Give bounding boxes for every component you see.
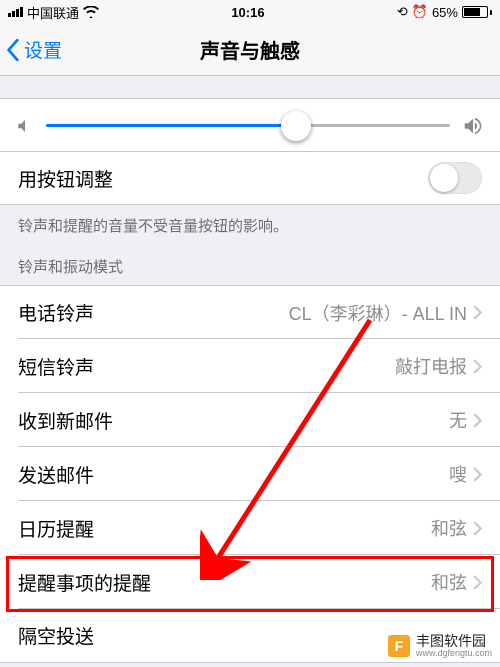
status-time: 10:16 — [231, 5, 264, 20]
button-adjust-row[interactable]: 用按钮调整 — [0, 151, 500, 205]
page-title: 声音与触感 — [200, 35, 300, 64]
reminder-label: 提醒事项的提醒 — [18, 569, 151, 596]
watermark: F 丰图软件园 www.dgfengtu.com — [388, 634, 492, 659]
slider-thumb[interactable] — [281, 111, 311, 141]
chevron-right-icon — [473, 413, 482, 428]
watermark-logo-icon: F — [388, 635, 410, 657]
text-tone-label: 短信铃声 — [18, 353, 94, 380]
calendar-label: 日历提醒 — [18, 515, 94, 542]
back-label: 设置 — [24, 36, 62, 63]
wifi-icon — [83, 6, 99, 18]
chevron-right-icon — [473, 359, 482, 374]
sent-mail-label: 发送邮件 — [18, 461, 94, 488]
new-mail-value: 无 — [449, 407, 467, 433]
button-adjust-label: 用按钮调整 — [18, 165, 113, 192]
watermark-url: www.dgfengtu.com — [416, 649, 492, 659]
volume-footer: 铃声和提醒的音量不受音量按钮的影响。 — [0, 205, 500, 236]
reminder-value: 和弦 — [431, 569, 467, 595]
volume-slider-row — [0, 98, 500, 152]
airdrop-label: 隔空投送 — [18, 622, 94, 649]
speaker-low-icon — [16, 117, 34, 135]
alarm-icon: ⏰ — [412, 4, 428, 20]
calendar-value: 和弦 — [431, 515, 467, 541]
button-adjust-toggle[interactable] — [428, 162, 482, 194]
text-tone-value: 敲打电报 — [395, 353, 467, 379]
nav-bar: 设置 声音与触感 — [0, 24, 500, 76]
watermark-brand: 丰图软件园 — [416, 634, 492, 649]
text-tone-row[interactable]: 短信铃声 敲打电报 — [0, 339, 500, 393]
chevron-left-icon — [6, 39, 20, 61]
chevron-right-icon — [473, 521, 482, 536]
calendar-row[interactable]: 日历提醒 和弦 — [0, 501, 500, 555]
battery-icon — [462, 6, 492, 18]
chevron-right-icon — [473, 305, 482, 320]
sent-mail-value: 嗖 — [449, 461, 467, 487]
carrier-label: 中国联通 — [27, 3, 79, 22]
reminder-row[interactable]: 提醒事项的提醒 和弦 — [0, 555, 500, 609]
sent-mail-row[interactable]: 发送邮件 嗖 — [0, 447, 500, 501]
battery-pct: 65% — [432, 5, 458, 20]
speaker-high-icon — [462, 115, 484, 137]
volume-slider[interactable] — [46, 124, 450, 127]
new-mail-label: 收到新邮件 — [18, 407, 113, 434]
ringtone-value: CL（李彩琳）- ALL IN — [289, 300, 467, 326]
section-header: 铃声和振动模式 — [0, 236, 500, 285]
signal-icon — [8, 7, 23, 17]
back-button[interactable]: 设置 — [0, 36, 62, 63]
ringtone-row[interactable]: 电话铃声 CL（李彩琳）- ALL IN — [0, 285, 500, 339]
orientation-lock-icon: ⟲ — [397, 4, 408, 20]
ringtone-label: 电话铃声 — [18, 299, 94, 326]
status-bar: 中国联通 10:16 ⟲ ⏰ 65% — [0, 0, 500, 24]
new-mail-row[interactable]: 收到新邮件 无 — [0, 393, 500, 447]
chevron-right-icon — [473, 467, 482, 482]
chevron-right-icon — [473, 575, 482, 590]
